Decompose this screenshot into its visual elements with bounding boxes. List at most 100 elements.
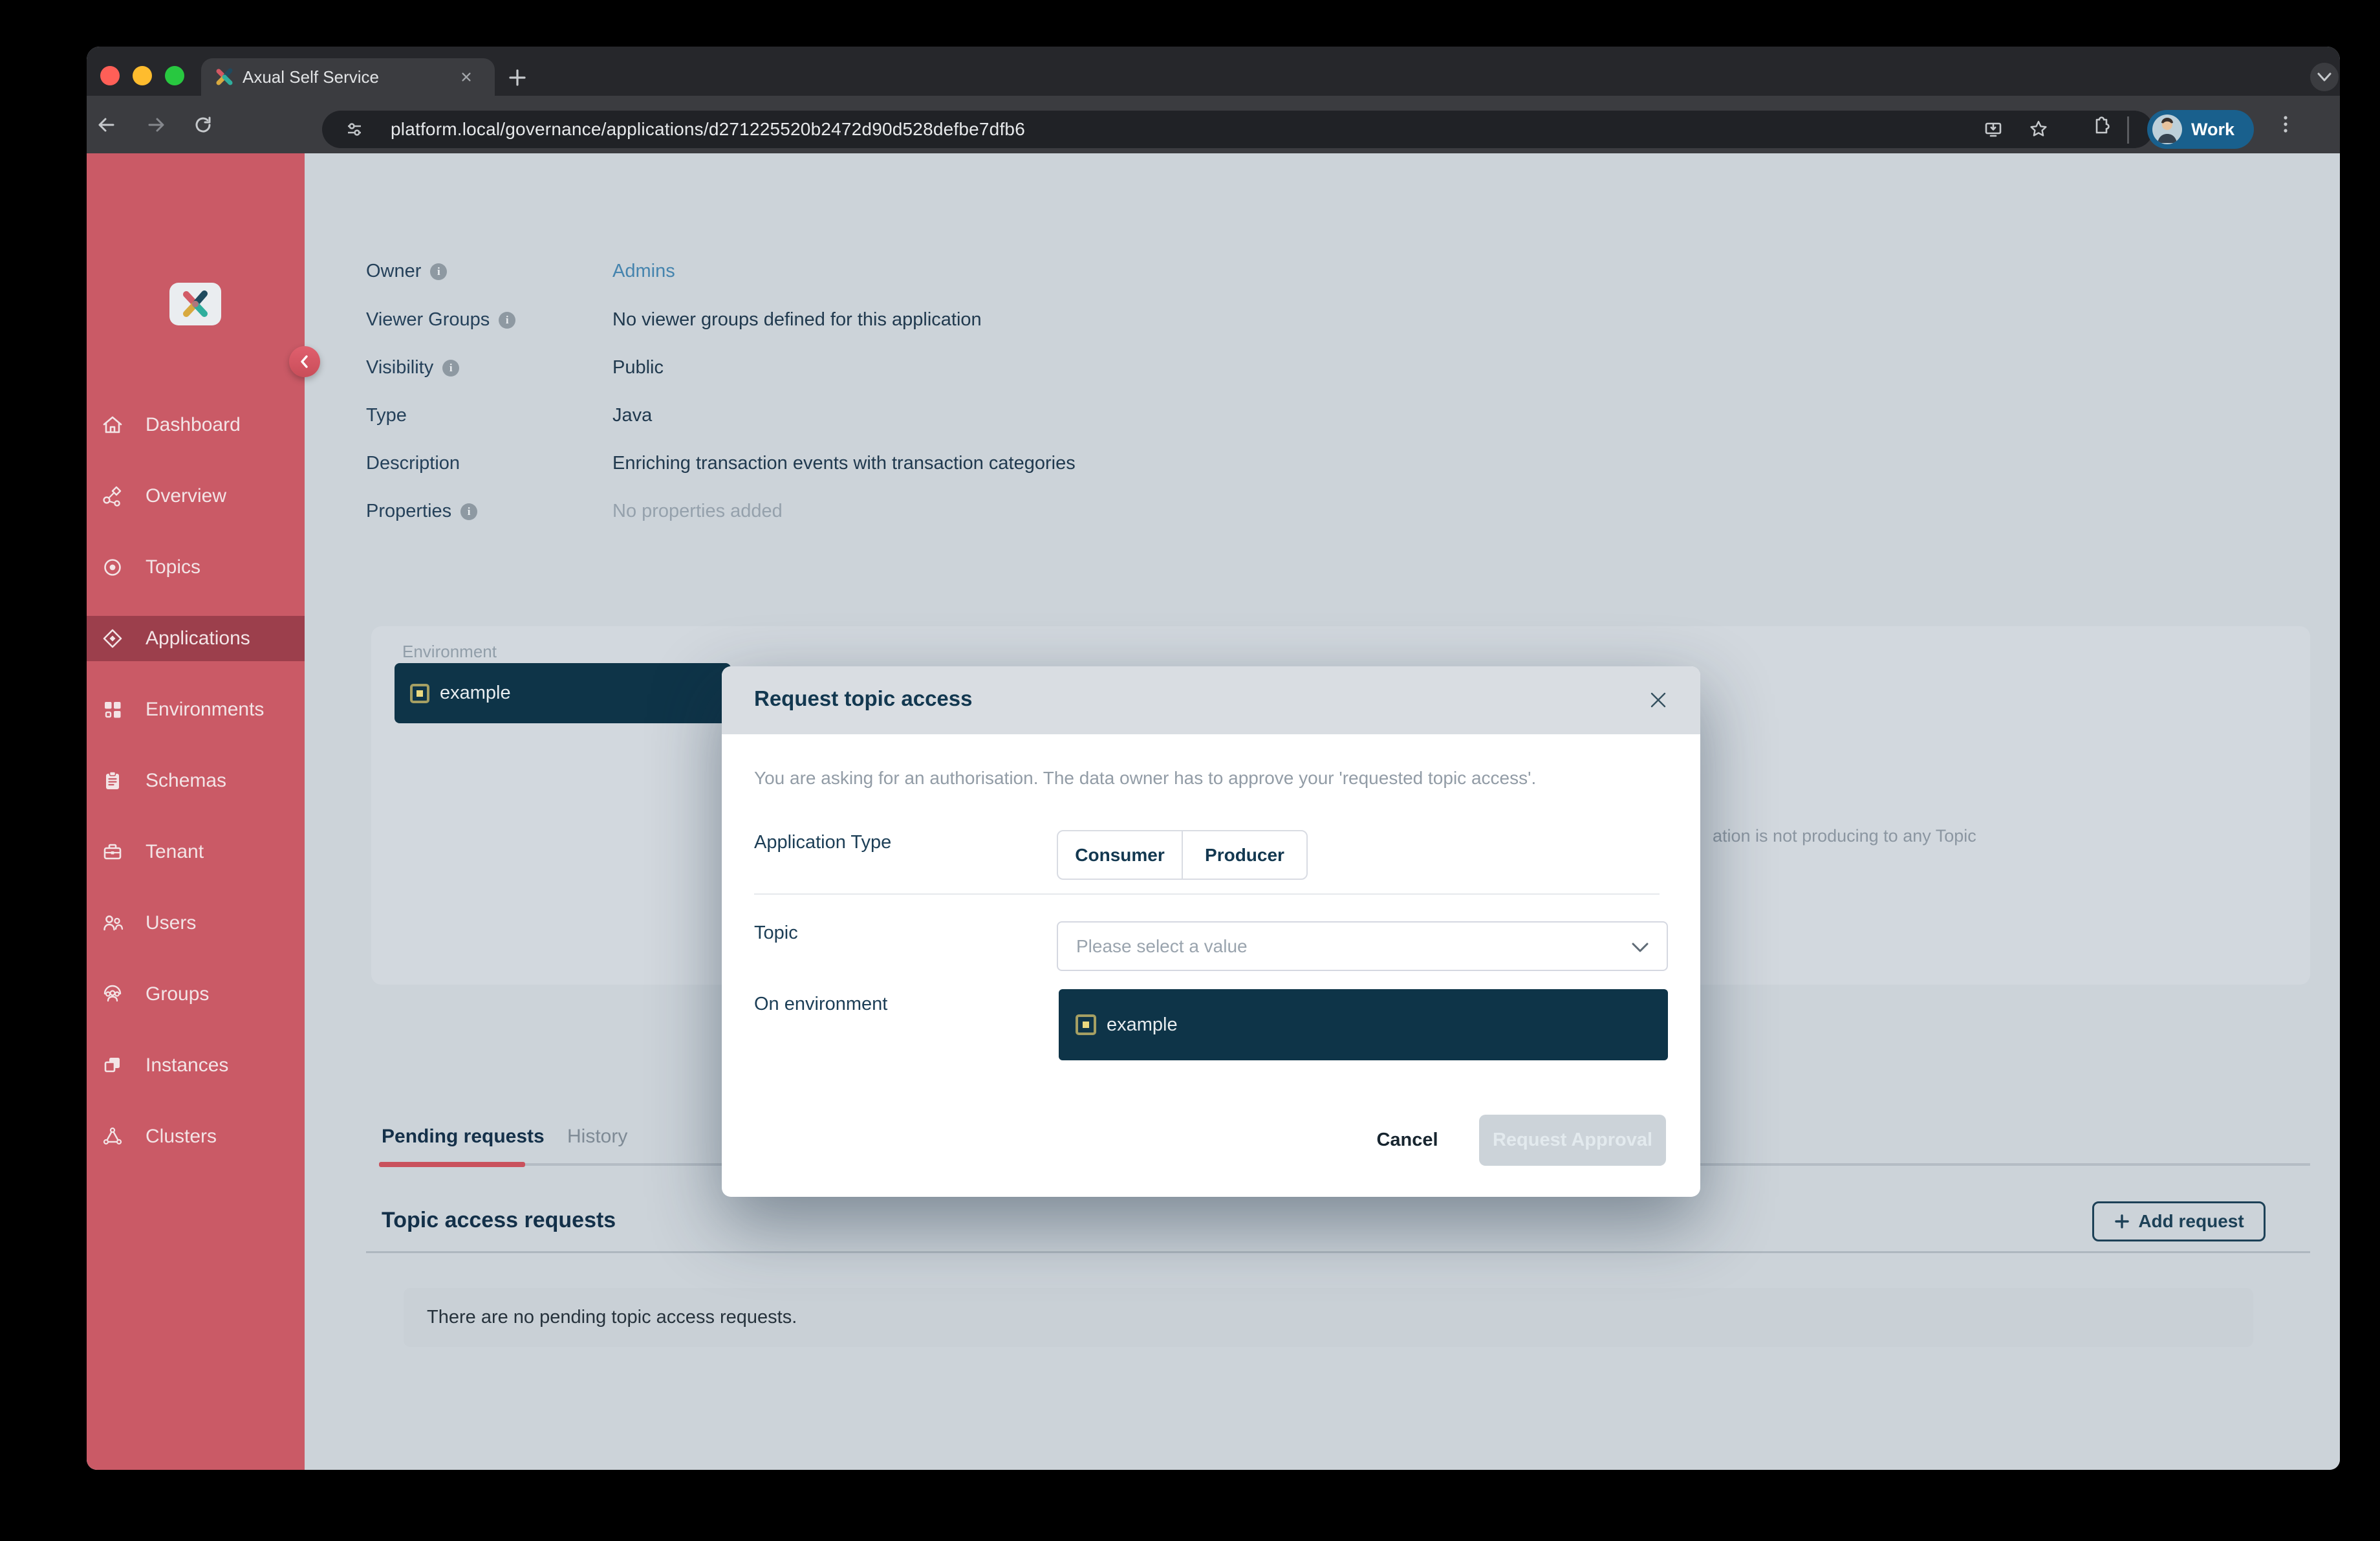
traffic-minimize-button[interactable] xyxy=(133,66,152,85)
tenant-icon xyxy=(103,844,122,860)
modal-title: Request topic access xyxy=(754,686,973,710)
sidebar-item-instances[interactable]: Instances xyxy=(87,1043,305,1088)
chevron-left-icon xyxy=(301,355,308,368)
section-title: Topic access requests xyxy=(382,1208,616,1232)
applications-icon xyxy=(103,629,122,648)
detail-value-owner[interactable]: Admins xyxy=(612,261,675,282)
detail-value-viewer-groups: No viewer groups defined for this applic… xyxy=(612,309,982,330)
sidebar-item-dashboard[interactable]: Dashboard xyxy=(87,402,305,448)
new-tab-button[interactable] xyxy=(506,66,529,89)
active-tab-indicator xyxy=(379,1162,525,1167)
bookmark-star-icon[interactable] xyxy=(2027,118,2050,141)
sidebar-item-clusters[interactable]: Clusters xyxy=(87,1114,305,1159)
detail-label: Viewer Groups i xyxy=(366,309,516,331)
tab-favicon-axual-icon xyxy=(216,68,233,85)
request-topic-access-modal: Request topic access You are asking for … xyxy=(722,666,1700,1197)
chevron-down-icon xyxy=(1632,943,1649,952)
cancel-button[interactable]: Cancel xyxy=(1368,1127,1446,1153)
sidebar-item-tenant[interactable]: Tenant xyxy=(87,829,305,875)
info-icon[interactable]: i xyxy=(430,263,448,280)
sidebar-item-groups[interactable]: Groups xyxy=(87,972,305,1017)
info-icon[interactable]: i xyxy=(442,359,460,377)
modal-header: Request topic access xyxy=(722,666,1700,734)
site-settings-icon[interactable] xyxy=(344,119,365,140)
empty-state-message: There are no pending topic access reques… xyxy=(427,1307,797,1328)
environment-card-label: Environment xyxy=(402,642,497,661)
add-request-button[interactable]: Add request xyxy=(2092,1201,2266,1241)
profile-button[interactable]: Work xyxy=(2147,110,2255,149)
close-icon xyxy=(1650,692,1666,708)
detail-label: Properties i xyxy=(366,501,478,522)
browser-toolbar: platform.local/governance/applications/d… xyxy=(87,96,2340,153)
traffic-close-button[interactable] xyxy=(100,66,120,85)
empty-state: There are no pending topic access reques… xyxy=(404,1288,2253,1347)
topics-icon xyxy=(104,559,121,576)
detail-label: Type xyxy=(366,405,407,426)
url-bar[interactable]: platform.local/governance/applications/d… xyxy=(322,111,2153,148)
clusters-icon xyxy=(103,1127,122,1145)
traffic-zoom-button[interactable] xyxy=(165,66,184,85)
reload-button[interactable] xyxy=(191,113,215,137)
modal-close-button[interactable] xyxy=(1643,684,1674,716)
detail-value-description: Enriching transaction events with transa… xyxy=(612,453,1076,474)
on-environment-label: On environment xyxy=(754,994,888,1014)
tab-close-icon[interactable] xyxy=(457,68,475,86)
detail-value-properties: No properties added xyxy=(612,501,783,521)
detail-label: Owner i xyxy=(366,261,448,282)
info-icon[interactable]: i xyxy=(499,311,516,329)
users-icon xyxy=(103,915,124,931)
browser-tabstrip: Axual Self Service xyxy=(87,47,2340,96)
schemas-icon xyxy=(106,771,119,789)
browser-menu-icon[interactable] xyxy=(2274,113,2297,136)
avatar xyxy=(2152,115,2182,144)
background-text-fragment: ation is not producing to any Topic xyxy=(1713,826,1976,846)
sidebar-item-applications[interactable]: Applications xyxy=(87,616,305,661)
selected-environment-chip[interactable]: example xyxy=(1059,989,1668,1060)
url-text[interactable]: platform.local/governance/applications/d… xyxy=(391,119,1025,140)
sidebar-item-users[interactable]: Users xyxy=(87,901,305,946)
back-button[interactable] xyxy=(94,113,118,137)
topic-select[interactable]: Please select a value xyxy=(1057,921,1668,971)
app-page: Dashboard Overview Topics Applications E… xyxy=(87,153,2340,1470)
browser-tab[interactable]: Axual Self Service xyxy=(201,58,495,96)
detail-value-visibility: Public xyxy=(612,357,664,378)
instances-icon xyxy=(104,1058,120,1073)
axual-logo[interactable] xyxy=(169,283,221,325)
toolbar-divider xyxy=(2127,116,2129,144)
extensions-icon[interactable] xyxy=(2089,112,2114,137)
sidebar: Dashboard Overview Topics Applications E… xyxy=(87,153,305,1470)
environments-icon xyxy=(105,702,121,718)
modal-description: You are asking for an authorisation. The… xyxy=(754,768,1537,788)
detail-value-type: Java xyxy=(612,405,653,426)
tab-search-button[interactable] xyxy=(2310,63,2339,91)
environment-chip[interactable]: example xyxy=(395,663,731,723)
consumer-option[interactable]: Consumer xyxy=(1058,831,1183,879)
install-app-icon[interactable] xyxy=(1982,118,2005,141)
forward-button[interactable] xyxy=(145,113,168,137)
sidebar-collapse-button[interactable] xyxy=(289,346,320,377)
environment-square-icon xyxy=(1076,1014,1096,1035)
topic-select-placeholder: Please select a value xyxy=(1076,936,1248,956)
info-icon[interactable]: i xyxy=(460,503,478,520)
screenshot-root: Axual Self Service platform.local/govern… xyxy=(0,0,2380,1541)
sidebar-item-overview[interactable]: Overview xyxy=(87,474,305,519)
sidebar-item-topics[interactable]: Topics xyxy=(87,545,305,590)
overview-icon xyxy=(103,486,122,507)
tab-title: Axual Self Service xyxy=(243,67,379,87)
tab-pending-requests[interactable]: Pending requests xyxy=(382,1126,545,1148)
tab-history[interactable]: History xyxy=(567,1126,627,1148)
browser-window: Axual Self Service platform.local/govern… xyxy=(87,47,2340,1470)
producer-option[interactable]: Producer xyxy=(1183,831,1306,879)
detail-label: Description xyxy=(366,453,460,474)
modal-divider xyxy=(754,893,1660,895)
detail-label: Visibility i xyxy=(366,357,460,378)
request-approval-button[interactable]: Request Approval xyxy=(1479,1115,1666,1166)
application-type-label: Application Type xyxy=(754,832,892,853)
sidebar-item-environments[interactable]: Environments xyxy=(87,687,305,732)
plus-icon xyxy=(2115,1214,2130,1229)
profile-label: Work xyxy=(2191,119,2235,139)
section-divider xyxy=(366,1251,2310,1253)
environment-square-icon xyxy=(410,683,429,703)
sidebar-item-schemas[interactable]: Schemas xyxy=(87,758,305,803)
application-type-segmented-control: Consumer Producer xyxy=(1057,830,1308,880)
